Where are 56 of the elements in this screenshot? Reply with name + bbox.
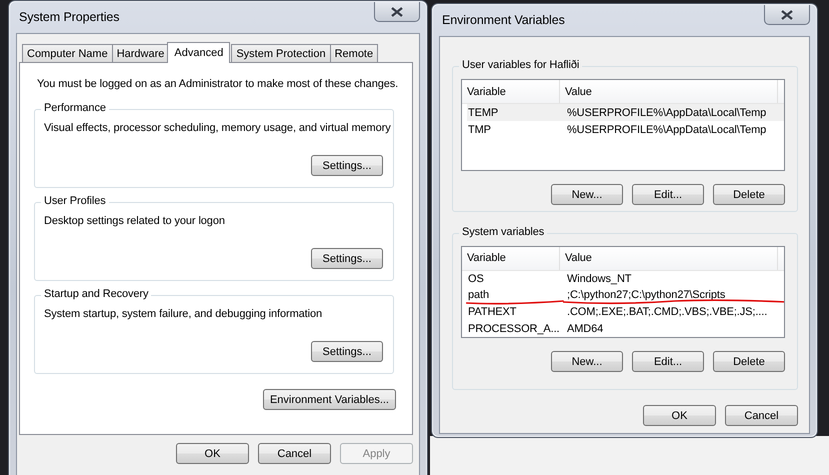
column-header[interactable]: Value [560,80,778,103]
variable-value: AMD64 [566,322,604,335]
settings-button[interactable]: Settings... [311,248,383,269]
variable-row[interactable]: OS Windows_NT [467,270,784,288]
window-title: System Properties [18,10,120,24]
variable-name: PATHEXT [467,306,518,318]
close-button[interactable] [764,5,810,25]
tab[interactable]: Remote [330,44,378,62]
group-description: System startup, system failure, and debugging information [44,308,322,320]
variable-value: .COM;.EXE;.BAT;.CMD;.VBS;.VBE;.JS;.... [566,306,768,318]
group-description: Desktop settings related to your logon [44,215,225,227]
dialog-button[interactable]: Cancel [725,405,798,426]
dialog-button[interactable]: Cancel [258,443,331,464]
group-description: Visual effects, processor scheduling, memory usage, and virtual memory [44,122,391,134]
variable-value: ;C:\python27;C:\python27\Scripts [566,289,784,302]
settings-button[interactable]: Settings... [311,155,383,176]
tab[interactable]: Computer Name [22,44,113,62]
group-title: User variables for Hafliði [459,59,582,71]
close-icon [391,6,403,16]
list-button[interactable]: Delete [713,184,785,205]
variable-value: %USERPROFILE%\AppData\Local\Temp [566,106,768,118]
tab[interactable]: Advanced [167,42,230,63]
list-button[interactable]: New... [551,351,623,372]
variable-row[interactable]: TEMP %USERPROFILE%\AppData\Local\Temp [467,104,784,121]
environment-variables-button[interactable]: Environment Variables... [262,389,396,410]
settings-button[interactable]: Settings... [311,341,383,362]
close-button[interactable] [374,2,420,22]
list-button[interactable]: New... [551,184,623,205]
variable-name: TMP [467,124,492,136]
variable-name: TEMP [467,106,500,118]
variable-row[interactable]: PATHEXT .COM;.EXE;.BAT;.CMD;.VBS;.VBE;.JS;.... [467,304,784,320]
group-title: Startup and Recovery [41,288,152,300]
column-header[interactable]: Variable [462,80,560,103]
window-title: Environment Variables [441,13,565,27]
variable-row[interactable]: PROCESSOR_A... AMD64 [467,320,784,337]
list-button[interactable]: Edit... [632,351,704,372]
group-title: System variables [459,226,548,238]
variable-row[interactable]: path ;C:\python27;C:\python27\Scripts [467,287,784,304]
variable-row[interactable]: TMP %USERPROFILE%\AppData\Local\Temp [467,121,784,138]
tab[interactable]: System Protection [231,44,331,62]
variable-name: OS [467,272,485,285]
dialog-button[interactable]: OK [176,443,249,464]
dialog-button[interactable]: OK [643,405,716,426]
tab[interactable]: Hardware [112,44,170,62]
variable-name: path [467,289,566,302]
list-button[interactable]: Edit... [632,184,704,205]
list-button[interactable]: Delete [713,351,785,372]
variable-name: PROCESSOR_A... [467,322,561,335]
variable-value: Windows_NT [566,272,632,285]
group-title: Performance [41,102,109,114]
group-title: User Profiles [41,195,109,207]
close-icon [781,10,793,20]
column-header[interactable]: Value [560,247,778,270]
variable-value: %USERPROFILE%\AppData\Local\Temp [566,124,768,136]
column-header[interactable]: Variable [462,247,560,270]
notice-text: You must be logged on as an Administrator to make most of these changes. [36,78,398,90]
